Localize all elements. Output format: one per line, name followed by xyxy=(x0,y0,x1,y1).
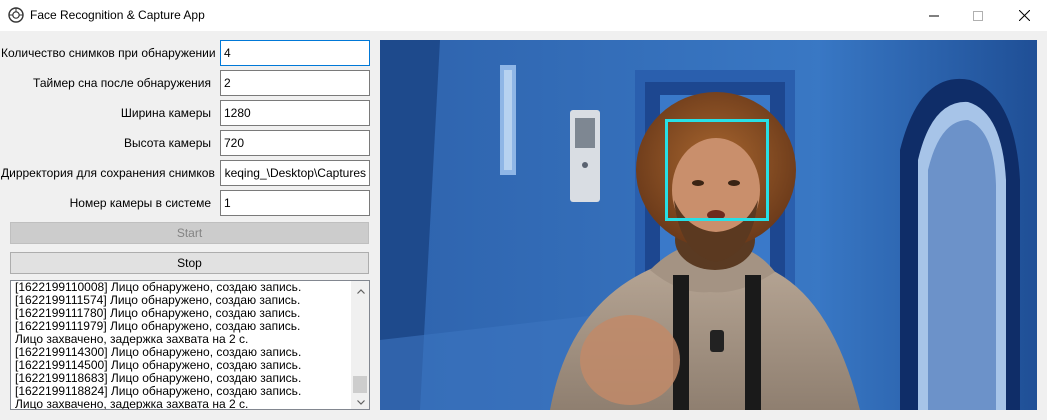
window-title: Face Recognition & Capture App xyxy=(30,8,205,22)
camera-width-input[interactable] xyxy=(220,100,370,126)
camera-frame-image xyxy=(380,40,1037,410)
save-directory-label: Дирректория для сохранения снимков xyxy=(1,166,215,180)
maximize-icon xyxy=(973,10,983,21)
title-bar: Face Recognition & Capture App xyxy=(0,0,1047,31)
sleep-timer-label: Таймер сна после обнаружения xyxy=(33,76,211,90)
log-output[interactable]: [1622199110008] Лицо обнаружено, создаю … xyxy=(10,280,370,410)
log-scrollbar[interactable] xyxy=(351,281,369,409)
save-directory-input[interactable] xyxy=(220,160,370,186)
chevron-up-icon xyxy=(356,283,365,297)
minimize-icon xyxy=(929,11,939,21)
start-button[interactable]: Start xyxy=(10,222,369,244)
face-detection-box xyxy=(665,119,769,221)
scroll-down-button[interactable] xyxy=(352,392,369,409)
camera-index-label: Номер камеры в системе xyxy=(69,196,211,210)
shots-count-input[interactable] xyxy=(220,40,370,66)
stop-button[interactable]: Stop xyxy=(10,252,369,274)
camera-preview xyxy=(380,40,1037,410)
camera-width-label: Ширина камеры xyxy=(120,106,211,120)
minimize-button[interactable] xyxy=(911,0,957,31)
shots-count-label: Количество снимков при обнаружении xyxy=(1,46,216,60)
camera-lens-icon xyxy=(7,6,25,24)
scroll-thumb[interactable] xyxy=(353,376,367,393)
log-line: Лицо захвачено, задержка захвата на 2 с. xyxy=(15,397,249,410)
close-button[interactable] xyxy=(1001,0,1047,31)
chevron-down-icon xyxy=(356,394,365,408)
camera-height-input[interactable] xyxy=(220,130,370,156)
scroll-up-button[interactable] xyxy=(352,281,369,298)
sleep-timer-input[interactable] xyxy=(220,70,370,96)
close-icon xyxy=(1018,10,1030,21)
camera-height-label: Высота камеры xyxy=(124,136,211,150)
camera-index-input[interactable] xyxy=(220,190,370,216)
log-lines: [1622199110008] Лицо обнаружено, создаю … xyxy=(15,281,351,410)
maximize-button[interactable] xyxy=(955,0,1001,31)
